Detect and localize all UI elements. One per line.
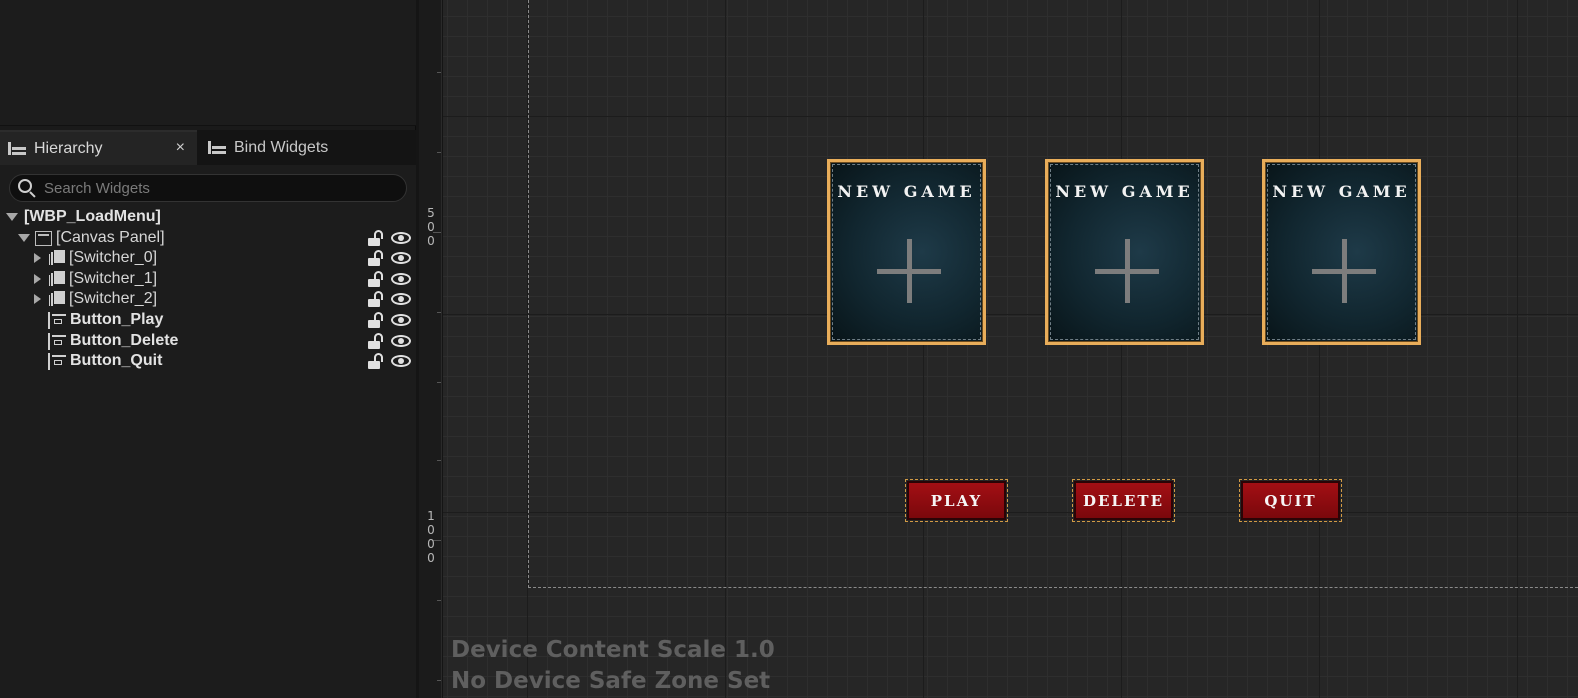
safe-zone-guide-vertical <box>528 0 529 588</box>
lock-icon[interactable] <box>368 353 385 369</box>
tree-item-label: [Switcher_0] <box>69 249 158 266</box>
collapse-arrow-icon[interactable] <box>34 294 41 304</box>
tree-item-label: Button_Play <box>70 311 164 328</box>
tree-item-label: [Switcher_1] <box>69 270 158 287</box>
expand-arrow-icon[interactable] <box>6 213 18 221</box>
ruler-label-1000: 1 0 0 0 <box>427 509 435 565</box>
tree-row-canvas-panel[interactable]: [Canvas Panel] <box>0 228 416 248</box>
widget-switcher-icon <box>49 271 65 287</box>
visibility-eye-icon[interactable] <box>391 272 411 286</box>
tree-item-label: [WBP_LoadMenu] <box>24 208 161 225</box>
visibility-eye-icon[interactable] <box>391 231 411 245</box>
tree-row-switcher-1[interactable]: [Switcher_1] <box>0 269 416 289</box>
ruler-tick <box>437 312 441 313</box>
save-slot-1[interactable]: NEW GAME <box>1045 159 1204 345</box>
plus-icon <box>1095 239 1159 303</box>
collapse-arrow-icon[interactable] <box>34 274 41 284</box>
tree-row-switcher-0[interactable]: [Switcher_0] <box>0 248 416 268</box>
expand-arrow-icon[interactable] <box>18 234 30 242</box>
search-icon <box>16 178 36 198</box>
ruler-label-500: 5 0 0 <box>427 206 435 248</box>
quit-button-label: QUIT <box>1264 491 1317 510</box>
lock-icon[interactable] <box>368 333 385 349</box>
delete-button-label: DELETE <box>1082 491 1165 510</box>
tab-hierarchy[interactable]: Hierarchy × <box>0 130 197 165</box>
search-box[interactable] <box>9 174 407 202</box>
play-button[interactable]: PLAY <box>905 479 1008 522</box>
tree-row-button-play[interactable]: Button_Play <box>0 310 416 330</box>
safe-zone-status-text: No Device Safe Zone Set <box>451 668 771 694</box>
visibility-eye-icon[interactable] <box>391 354 411 368</box>
tab-bind-widgets[interactable]: Bind Widgets <box>200 130 380 165</box>
tab-bind-widgets-label: Bind Widgets <box>234 138 329 156</box>
safe-zone-guide-horizontal <box>528 587 1578 588</box>
device-content-scale-text: Device Content Scale 1.0 <box>451 637 775 663</box>
close-icon[interactable]: × <box>176 139 185 157</box>
visibility-eye-icon[interactable] <box>391 292 411 306</box>
tree-row-button-delete[interactable]: Button_Delete <box>0 331 416 351</box>
lock-icon[interactable] <box>368 271 385 287</box>
widget-switcher-icon <box>49 291 65 307</box>
ruler-tick <box>437 72 441 73</box>
bind-widgets-icon <box>208 140 226 156</box>
hierarchy-body: [WBP_LoadMenu] [Canvas Panel] [Switcher_… <box>0 165 416 698</box>
tree-row-root[interactable]: [WBP_LoadMenu] <box>0 207 416 227</box>
hierarchy-icon <box>8 141 26 157</box>
widget-switcher-icon <box>49 250 65 266</box>
lock-icon[interactable] <box>368 230 385 246</box>
tree-item-label: Button_Delete <box>70 332 179 349</box>
ruler-tick <box>437 680 441 681</box>
ruler-tick <box>437 600 441 601</box>
plus-icon <box>1312 239 1376 303</box>
slot-title: NEW GAME <box>837 182 976 201</box>
button-widget-icon <box>48 352 66 370</box>
lock-icon[interactable] <box>368 250 385 266</box>
plus-icon <box>877 239 941 303</box>
vertical-ruler[interactable]: 5 0 0 1 0 0 0 <box>419 0 442 698</box>
ruler-tick <box>437 382 441 383</box>
panel-tab-strip: Hierarchy × Bind Widgets <box>0 130 416 165</box>
delete-button[interactable]: DELETE <box>1072 479 1175 522</box>
designer-canvas[interactable]: NEW GAME NEW GAME NEW GAME PLAY DELETE Q… <box>443 0 1578 698</box>
tree-item-label: [Canvas Panel] <box>56 229 165 246</box>
tree-row-button-quit[interactable]: Button_Quit <box>0 351 416 371</box>
ruler-tick <box>437 152 441 153</box>
canvas-panel-icon <box>35 230 52 246</box>
tree-item-label: Button_Quit <box>70 352 163 369</box>
visibility-eye-icon[interactable] <box>391 334 411 348</box>
save-slot-0[interactable]: NEW GAME <box>827 159 986 345</box>
play-button-label: PLAY <box>930 491 983 510</box>
button-widget-icon <box>48 311 66 329</box>
search-input[interactable] <box>44 179 384 197</box>
ruler-tick <box>437 460 441 461</box>
collapse-arrow-icon[interactable] <box>34 253 41 263</box>
save-slot-2[interactable]: NEW GAME <box>1262 159 1421 345</box>
tree-row-switcher-2[interactable]: [Switcher_2] <box>0 289 416 309</box>
button-widget-icon <box>48 332 66 350</box>
slot-title: NEW GAME <box>1272 182 1411 201</box>
hierarchy-panel: Hierarchy × Bind Widgets [WBP_LoadMenu] … <box>0 0 416 698</box>
visibility-eye-icon[interactable] <box>391 251 411 265</box>
tree-item-label: [Switcher_2] <box>69 290 158 307</box>
slot-title: NEW GAME <box>1055 182 1194 201</box>
visibility-eye-icon[interactable] <box>391 313 411 327</box>
lock-icon[interactable] <box>368 312 385 328</box>
empty-palette-area <box>0 0 416 126</box>
lock-icon[interactable] <box>368 291 385 307</box>
tab-hierarchy-label: Hierarchy <box>34 139 103 157</box>
quit-button[interactable]: QUIT <box>1239 479 1342 522</box>
